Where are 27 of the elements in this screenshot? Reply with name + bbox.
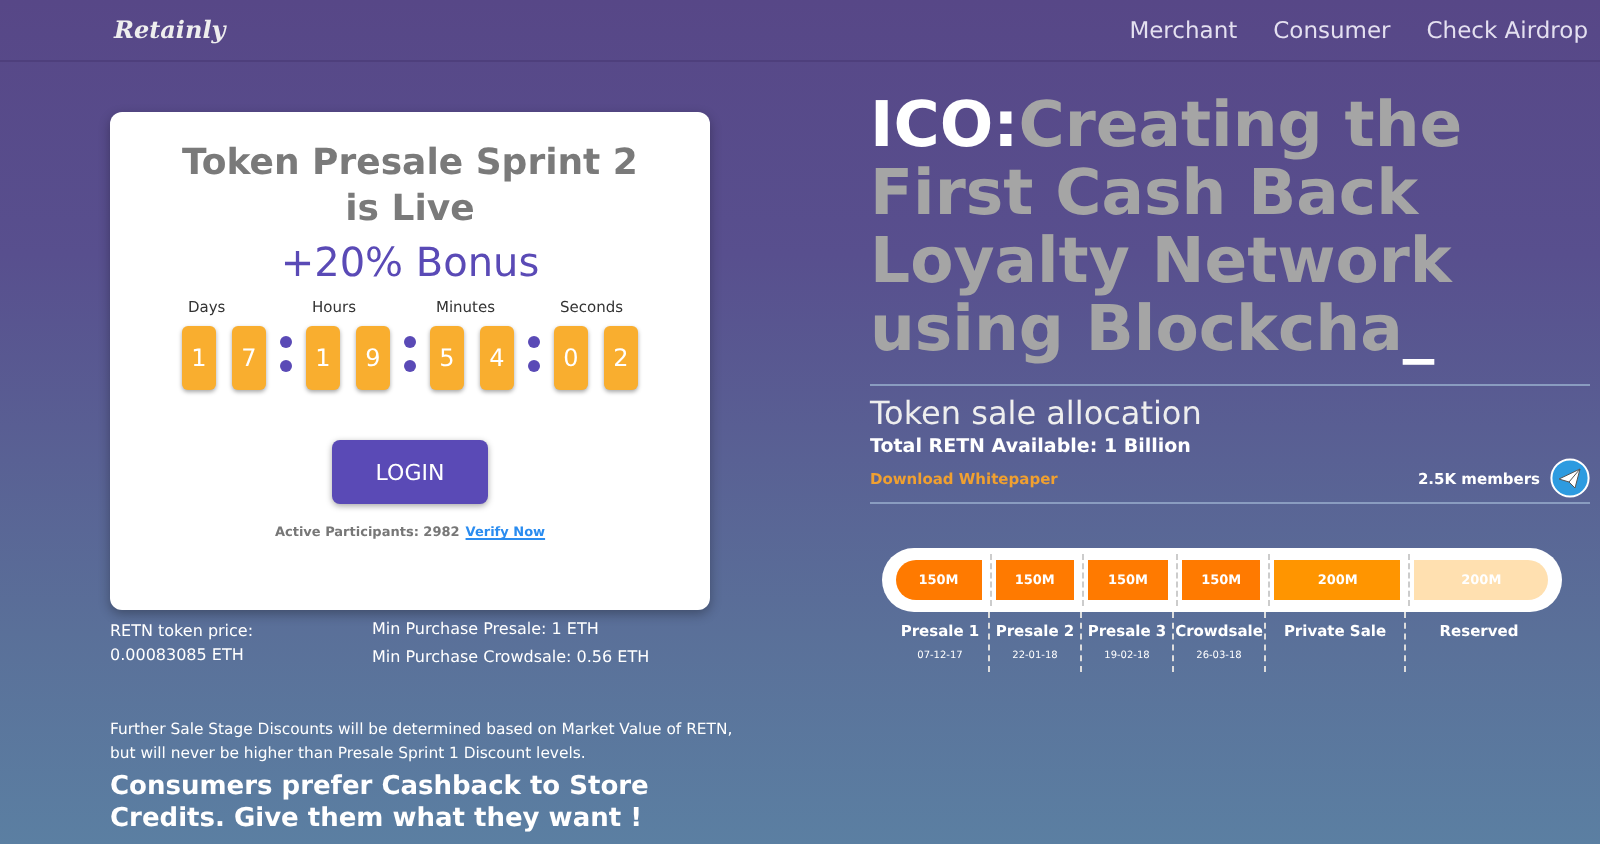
min-purchase-text: Min Purchase Crowdsale: 0.56 ETH bbox=[372, 648, 650, 666]
bonus-text: +20% Bonus bbox=[280, 238, 540, 286]
paper-plane-icon[interactable] bbox=[1550, 458, 1590, 498]
countdown-digit: 5 bbox=[430, 326, 464, 390]
countdown-digit: 7 bbox=[232, 326, 266, 390]
card-title: Token Presale Sprint 2 is Live bbox=[180, 140, 640, 232]
logo[interactable]: Retainly bbox=[114, 16, 226, 44]
countdown-digit: 0 bbox=[554, 326, 588, 390]
total-available: Total RETN Available: 1 Billion bbox=[870, 436, 1193, 458]
countdown-digit: 1 bbox=[182, 326, 216, 390]
countdown-digit: 2 bbox=[604, 326, 638, 390]
headline: ICO:Creating the First Cash Back Loyalty Network using Blockcha_ bbox=[870, 92, 1465, 364]
countdown-digit: 4 bbox=[480, 326, 514, 390]
countdown-digit: 1 bbox=[306, 326, 340, 390]
price-label: RETN token price: bbox=[110, 620, 256, 644]
colon-icon bbox=[400, 336, 420, 372]
price-value: 0.00083085 ETH bbox=[110, 644, 246, 668]
login-button[interactable]: LOGIN bbox=[332, 440, 488, 504]
slogan: Consumers prefer Cashback to Store Credits. Give them what they want ! bbox=[110, 772, 651, 836]
allocation-title: Token sale allocation bbox=[870, 394, 1204, 432]
nav-link[interactable]: Consumer bbox=[1273, 16, 1391, 44]
nav-link[interactable]: Merchant bbox=[1129, 16, 1238, 44]
min-purchase-text: Min Purchase Presale: 1 ETH bbox=[372, 620, 601, 638]
colon-icon bbox=[276, 336, 296, 372]
colon-icon bbox=[524, 336, 544, 372]
nav-link[interactable]: Check Airdrop bbox=[1426, 16, 1588, 44]
countdown-digit: 9 bbox=[356, 326, 390, 390]
